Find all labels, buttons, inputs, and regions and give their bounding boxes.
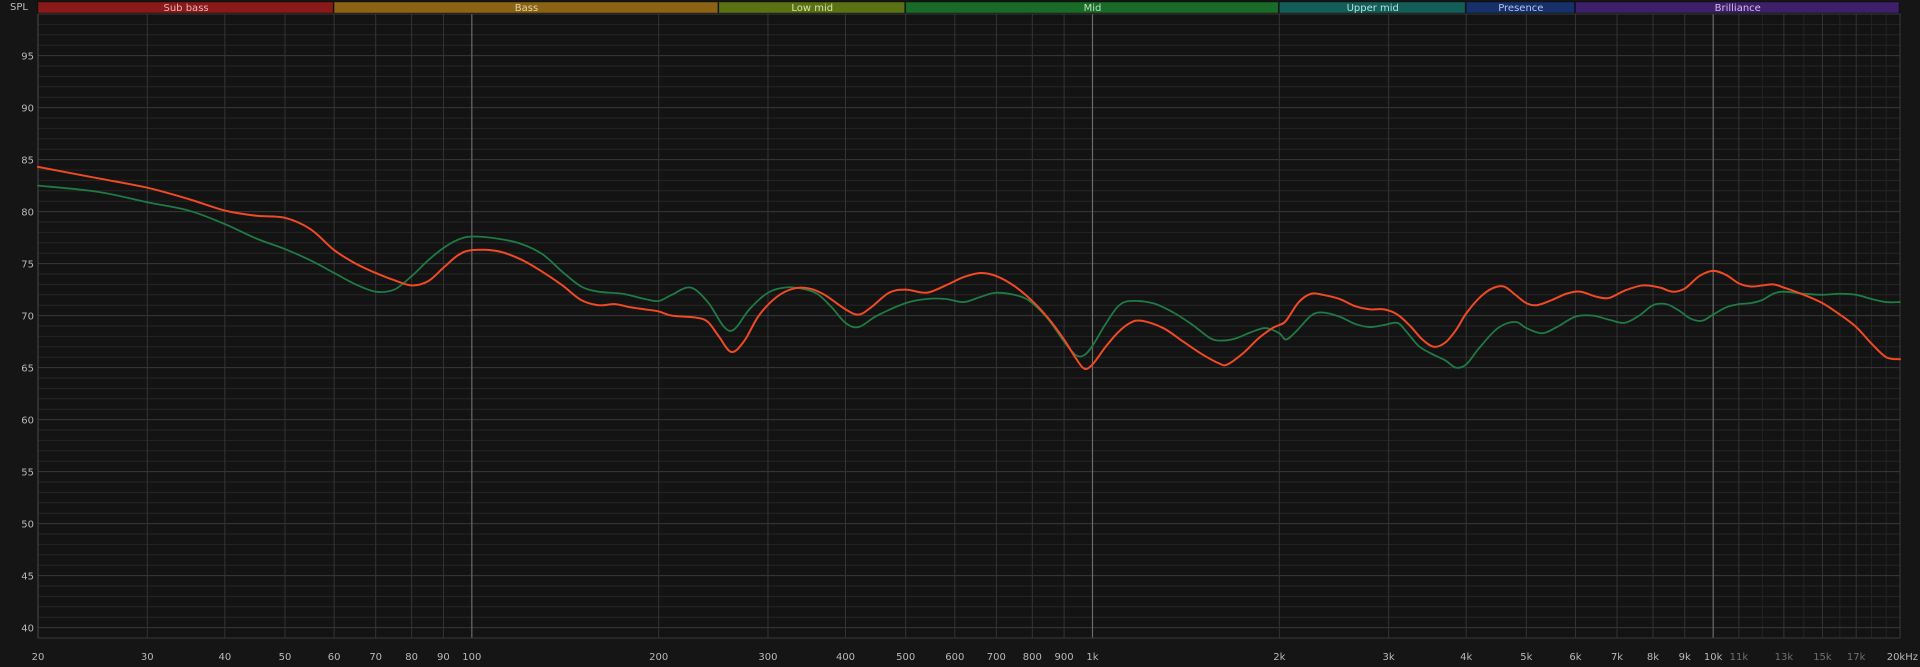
x-tick-label: 5k <box>1520 652 1532 663</box>
x-tick-label: 3k <box>1383 652 1395 663</box>
x-tick-label: 15k <box>1813 652 1832 663</box>
x-tick-label: 400 <box>836 652 855 663</box>
x-tick-label: 7k <box>1611 652 1623 663</box>
band-label: Bass <box>515 3 538 14</box>
x-tick-label: 30 <box>141 652 154 663</box>
y-tick-label: 80 <box>21 208 34 219</box>
band-label: Upper mid <box>1347 3 1399 14</box>
x-tick-label: 11k <box>1730 652 1749 663</box>
x-tick-label: 20kHz <box>1887 652 1918 663</box>
x-tick-label: 100 <box>462 652 481 663</box>
x-tick-label: 6k <box>1569 652 1581 663</box>
y-tick-label: 85 <box>21 156 34 167</box>
x-tick-label: 300 <box>758 652 777 663</box>
x-tick-label: 1k <box>1086 652 1098 663</box>
x-tick-label: 700 <box>987 652 1006 663</box>
x-tick-label: 20 <box>32 652 45 663</box>
y-tick-label: 90 <box>21 104 34 115</box>
y-tick-label: 65 <box>21 364 34 375</box>
x-tick-label: 200 <box>649 652 668 663</box>
y-tick-label: 95 <box>21 52 34 63</box>
x-tick-label: 50 <box>279 652 292 663</box>
y-tick-label: 55 <box>21 468 34 479</box>
band-label: Mid <box>1084 3 1102 14</box>
x-tick-label: 70 <box>369 652 382 663</box>
x-tick-label: 17k <box>1847 652 1866 663</box>
y-tick-label: 40 <box>21 624 34 635</box>
frequency-band-bar: Sub bass Bass Low mid Mid Upper mid Presence B… <box>37 1 1900 14</box>
x-tick-label: 600 <box>945 652 964 663</box>
y-tick-label: 70 <box>21 312 34 323</box>
x-tick-label: 13k <box>1775 652 1794 663</box>
band-label: Presence <box>1498 3 1543 14</box>
y-axis-label: SPL <box>10 2 28 13</box>
x-tick-label: 60 <box>328 652 341 663</box>
x-tick-label: 900 <box>1055 652 1074 663</box>
y-tick-label: 75 <box>21 260 34 271</box>
x-tick-label: 9k <box>1679 652 1691 663</box>
x-tick-label: 800 <box>1023 652 1042 663</box>
band-label: Sub bass <box>164 3 209 14</box>
band-label: Brilliance <box>1715 3 1761 14</box>
x-tick-label: 90 <box>437 652 450 663</box>
x-tick-label: 10k <box>1704 652 1723 663</box>
x-tick-label: 8k <box>1647 652 1659 663</box>
x-tick-label: 4k <box>1460 652 1472 663</box>
x-tick-label: 500 <box>896 652 915 663</box>
y-tick-label: 60 <box>21 416 34 427</box>
y-tick-label: 45 <box>21 572 34 583</box>
x-tick-label: 40 <box>218 652 231 663</box>
x-tick-label: 80 <box>405 652 418 663</box>
band-label: Low mid <box>791 3 833 14</box>
x-tick-label: 2k <box>1273 652 1285 663</box>
frequency-response-chart: Sub bass Bass Low mid Mid Upper mid Presence B… <box>0 0 1920 667</box>
y-tick-label: 50 <box>21 520 34 531</box>
